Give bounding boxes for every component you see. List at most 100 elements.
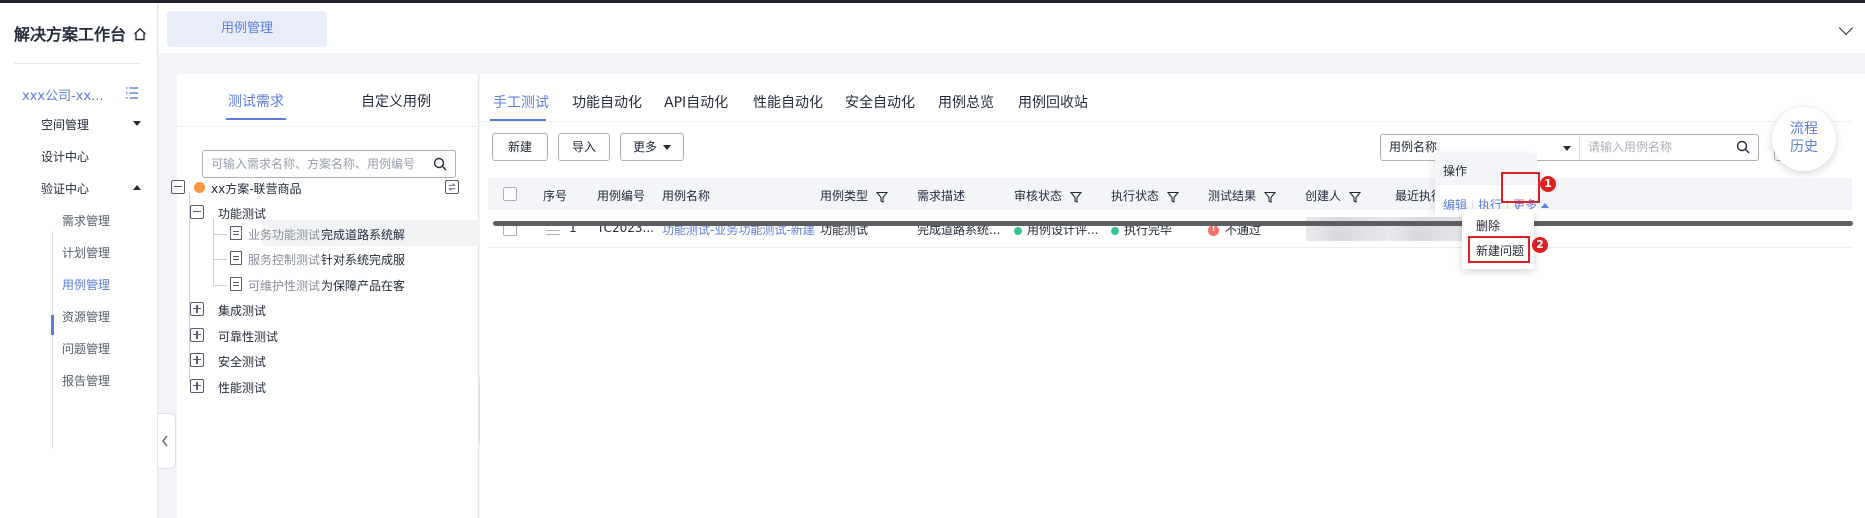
active-tab-underline: [226, 118, 286, 120]
column-creator-label: 创建人: [1305, 189, 1342, 203]
tree-node-reliability[interactable]: 可靠性测试: [177, 322, 479, 348]
sidebar-collapse-button[interactable]: [158, 413, 176, 469]
subnav-active-indicator: [51, 315, 54, 335]
subnav-issues[interactable]: 问题管理: [62, 340, 110, 357]
home-icon: [133, 27, 146, 41]
tree-node-integration[interactable]: 集成测试: [177, 296, 479, 322]
tab-functional-automation[interactable]: 功能自动化: [572, 92, 642, 112]
tree-node-label: 安全测试: [218, 355, 267, 369]
tab-test-requirements[interactable]: 测试需求: [228, 91, 284, 111]
tab-manual-test[interactable]: 手工测试: [493, 92, 549, 112]
column-index: 序号: [543, 189, 568, 203]
column-requirement-desc: 需求描述: [917, 189, 966, 203]
column-creator: 创建人: [1305, 187, 1362, 204]
tree-node-performance[interactable]: 性能测试: [177, 373, 479, 399]
company-selector[interactable]: xxx公司-xx...: [22, 85, 104, 104]
chevron-down-icon[interactable]: [133, 121, 141, 126]
flow-history-button[interactable]: 流程 历史: [1772, 107, 1836, 171]
tree-node-label: 集成测试: [218, 304, 267, 318]
tab-custom-cases[interactable]: 自定义用例: [361, 91, 431, 111]
list-icon[interactable]: [124, 85, 140, 101]
tab-case-recycle-bin[interactable]: 用例回收站: [1018, 92, 1088, 112]
tab-test-case-management[interactable]: 用例管理: [167, 11, 327, 47]
chevron-up-icon[interactable]: [133, 185, 141, 190]
flow-history-label-2: 历史: [1790, 139, 1818, 155]
filter-icon[interactable]: [1167, 191, 1180, 203]
tree-leaf-name: 业务功能测试: [248, 228, 321, 242]
more-button[interactable]: 更多: [620, 133, 684, 161]
import-button[interactable]: 导入: [558, 133, 610, 161]
subnav-resources[interactable]: 资源管理: [62, 308, 110, 325]
filter-icon[interactable]: [1349, 191, 1362, 203]
menu-item-delete[interactable]: 删除: [1476, 217, 1500, 234]
chevron-up-icon[interactable]: [1541, 203, 1550, 208]
tab-performance-automation[interactable]: 性能自动化: [753, 92, 823, 112]
filter-icon[interactable]: [1264, 191, 1277, 203]
horizontal-scrollbar[interactable]: [493, 221, 1853, 226]
table-row[interactable]: 1 TC2023... 功能测试-业务功能测试-新建 功能测试 完成道路系统..…: [488, 210, 1852, 248]
tree-leaf-desc: 完成道路系统解: [321, 228, 406, 242]
expand-icon[interactable]: [190, 302, 204, 316]
tab-api-automation[interactable]: API自动化: [664, 92, 728, 112]
tree-leaf-maintainability[interactable]: 可维护性测试 为保障产品在客: [177, 271, 479, 297]
annotation-highlight-more: [1501, 172, 1540, 203]
search-field-value: 用例名称: [1389, 140, 1438, 154]
tree-root[interactable]: xx方案-联营商品: [171, 174, 479, 200]
annotation-badge-2: 2: [1532, 237, 1548, 253]
collapse-icon[interactable]: [171, 180, 185, 194]
tree-leaf-service-control[interactable]: 服务控制测试 针对系统完成服: [177, 245, 479, 271]
subnav-reports[interactable]: 报告管理: [62, 372, 110, 389]
chevron-down-icon: [663, 145, 671, 150]
divider: [14, 63, 141, 64]
drag-handle-icon[interactable]: [546, 225, 560, 235]
tree-node-label: 性能测试: [218, 381, 267, 395]
expand-icon[interactable]: [190, 328, 204, 342]
nav-design-center[interactable]: 设计中心: [41, 148, 89, 165]
tree-node-security[interactable]: 安全测试: [177, 347, 479, 373]
tree-root-label: xx方案-联营商品: [211, 182, 302, 196]
app-title-text: 解决方案工作台: [14, 25, 127, 44]
tab-security-automation[interactable]: 安全自动化: [845, 92, 915, 112]
status-dot-icon: [1014, 226, 1022, 235]
column-review-status-label: 审核状态: [1014, 189, 1063, 203]
expand-icon[interactable]: [190, 379, 204, 393]
tree-leaf-business-function[interactable]: 业务功能测试 完成道路系统解: [177, 220, 479, 246]
document-icon: [230, 251, 242, 265]
error-icon: [1208, 224, 1219, 236]
collapse-icon[interactable]: [190, 205, 204, 219]
operations-header-label: 操作: [1443, 164, 1468, 178]
column-exec-status-label: 执行状态: [1111, 189, 1160, 203]
header-bar: 用例管理: [159, 3, 1865, 53]
swap-icon[interactable]: [445, 180, 459, 194]
chevron-down-icon[interactable]: [1838, 20, 1854, 36]
select-all-checkbox[interactable]: [503, 187, 517, 201]
column-test-result-label: 测试结果: [1208, 189, 1257, 203]
subnav-plans[interactable]: 计划管理: [62, 244, 110, 261]
annotation-highlight-new-issue: [1468, 236, 1530, 263]
more-button-label: 更多: [632, 140, 657, 154]
nav-space-management[interactable]: 空间管理: [41, 116, 89, 133]
chevron-left-icon: [162, 435, 168, 447]
document-icon: [230, 277, 242, 291]
case-name-search-input[interactable]: 请输入用例名称: [1579, 134, 1759, 161]
new-button[interactable]: 新建: [492, 133, 548, 161]
tree-leaf-name: 可维护性测试: [248, 279, 321, 293]
subnav-requirements[interactable]: 需求管理: [62, 212, 110, 229]
sidebar: 解决方案工作台 xxx公司-xx... 空间管理 设计中心 验证中心 需求管理 …: [0, 3, 158, 518]
main-panel: 手工测试 功能自动化 API自动化 性能自动化 安全自动化 用例总览 用例回收站…: [480, 74, 1865, 518]
tree-leaf-name: 服务控制测试: [248, 253, 321, 267]
search-icon[interactable]: [433, 157, 447, 171]
column-review-status: 审核状态: [1014, 187, 1083, 204]
tree-leaf-desc: 针对系统完成服: [321, 253, 406, 267]
tab-case-overview[interactable]: 用例总览: [938, 92, 994, 112]
search-icon[interactable]: [1736, 140, 1750, 154]
filter-icon[interactable]: [876, 191, 889, 203]
app-title[interactable]: 解决方案工作台: [14, 21, 147, 45]
subnav-test-cases[interactable]: 用例管理: [62, 276, 110, 293]
expand-icon[interactable]: [190, 353, 204, 367]
column-case-type-label: 用例类型: [820, 189, 869, 203]
nav-verification-center[interactable]: 验证中心: [41, 180, 89, 197]
filter-icon[interactable]: [1070, 191, 1083, 203]
tree-search-placeholder: 可输入需求名称、方案名称、用例编号: [211, 157, 416, 171]
annotation-badge-1: 1: [1540, 176, 1556, 192]
